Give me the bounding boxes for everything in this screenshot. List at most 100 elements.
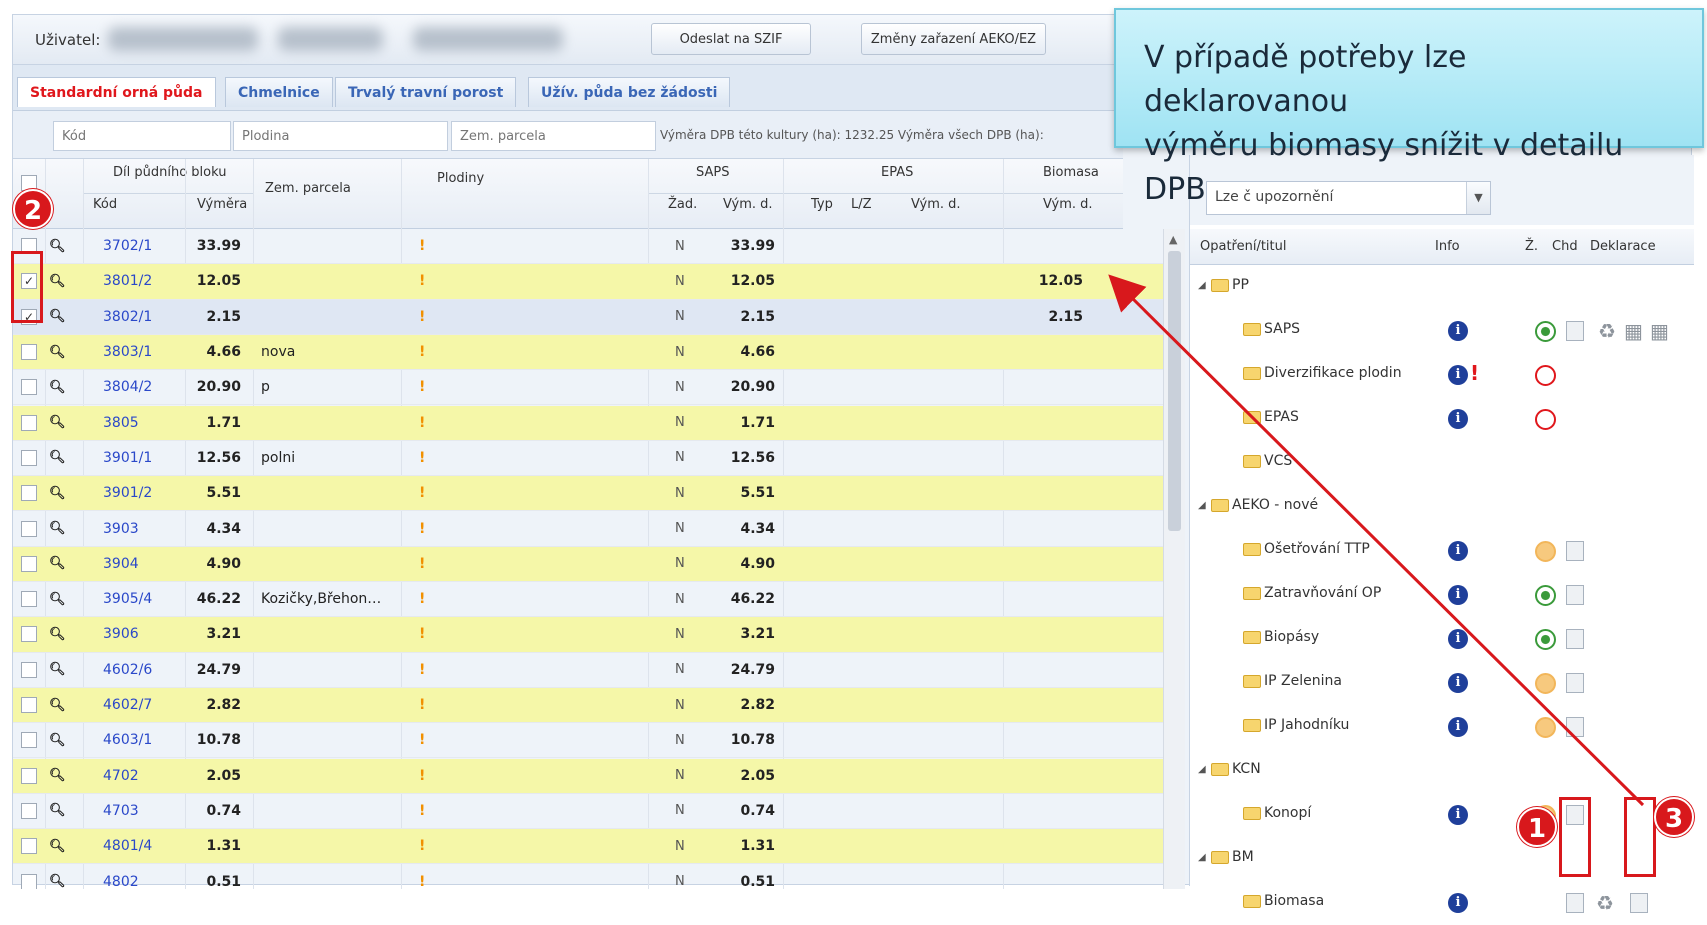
table-row[interactable]: 🔍︎ 4603/1 10.78! N 10.78 <box>13 723 1163 759</box>
row-checkbox[interactable] <box>21 732 37 749</box>
row-checkbox[interactable] <box>21 767 37 784</box>
chd-checkbox[interactable] <box>1566 629 1584 649</box>
row-checkbox-cell[interactable] <box>21 653 43 687</box>
tree-item[interactable]: Biomasa i ♻ <box>1190 881 1694 925</box>
row-checkbox[interactable] <box>21 485 37 502</box>
block-code-link[interactable]: 4602/6 <box>103 653 183 687</box>
magnifier-icon[interactable]: 🔍︎ <box>49 839 66 854</box>
magnifier-icon[interactable]: 🔍︎ <box>49 556 66 571</box>
row-checkbox[interactable] <box>21 873 37 889</box>
tab-grassland[interactable]: Trvalý travní porost <box>335 77 517 107</box>
row-checkbox-cell[interactable] <box>21 688 43 722</box>
block-code-link[interactable]: 3802/1 <box>103 300 183 334</box>
row-checkbox[interactable] <box>21 344 37 361</box>
recycle-icon[interactable]: ♻ <box>1598 319 1616 343</box>
info-icon[interactable]: i <box>1448 321 1468 341</box>
row-checkbox-cell[interactable] <box>21 370 43 404</box>
block-code-link[interactable]: 4802 <box>103 864 183 889</box>
magnifier-cell[interactable]: 🔍︎ <box>49 582 79 616</box>
table-row[interactable]: 🔍︎ 3901/2 5.51! N 5.51 <box>13 476 1163 512</box>
row-checkbox[interactable] <box>21 591 37 608</box>
magnifier-cell[interactable]: 🔍︎ <box>49 617 79 651</box>
magnifier-icon[interactable]: 🔍︎ <box>49 662 66 677</box>
row-checkbox[interactable] <box>21 802 37 819</box>
block-code-link[interactable]: 3702/1 <box>103 229 183 263</box>
row-checkbox-cell[interactable] <box>21 441 43 475</box>
tree-item[interactable]: EPAS i <box>1190 397 1694 441</box>
row-checkbox-cell[interactable] <box>21 759 43 793</box>
row-checkbox[interactable] <box>21 626 37 643</box>
block-code-link[interactable]: 3803/1 <box>103 335 183 369</box>
magnifier-icon[interactable]: 🔍︎ <box>49 450 66 465</box>
table-row[interactable]: 🔍︎ 3803/1 4.66 nova! N 4.66 <box>13 334 1163 371</box>
scroll-up-arrow-icon[interactable]: ▲ <box>1169 233 1177 246</box>
tree-item[interactable]: Diverzifikace plodin i! <box>1190 353 1694 397</box>
magnifier-cell[interactable]: 🔍︎ <box>49 653 79 687</box>
row-checkbox-cell[interactable] <box>21 829 43 863</box>
row-checkbox-cell[interactable] <box>21 723 43 757</box>
magnifier-icon[interactable]: 🔍︎ <box>49 521 66 536</box>
block-code-link[interactable]: 3904 <box>103 547 183 581</box>
magnifier-cell[interactable]: 🔍︎ <box>49 864 79 889</box>
magnifier-icon[interactable]: 🔍︎ <box>49 380 66 395</box>
magnifier-cell[interactable]: 🔍︎ <box>49 406 79 440</box>
magnifier-icon[interactable]: 🔍︎ <box>49 698 66 713</box>
grid-icon[interactable]: ▦ <box>1650 319 1669 343</box>
block-code-link[interactable]: 4602/7 <box>103 688 183 722</box>
header-kod[interactable]: Kód <box>93 197 117 212</box>
tab-hop-garden[interactable]: Chmelnice <box>225 77 333 107</box>
info-icon[interactable]: i <box>1448 805 1468 825</box>
table-row[interactable]: 🔍︎ 4802 0.51! N 0.51 <box>13 864 1163 889</box>
tab-standard-arable[interactable]: Standardní orná půda <box>17 77 216 107</box>
magnifier-cell[interactable]: 🔍︎ <box>49 264 79 298</box>
info-icon[interactable]: i <box>1448 365 1468 385</box>
tree-group[interactable]: ◢ PP <box>1190 265 1694 309</box>
table-row[interactable]: 🔍︎ 4703 0.74! N 0.74 <box>13 794 1163 830</box>
tree-item[interactable]: Konopí i <box>1190 793 1694 837</box>
code-filter-input[interactable] <box>53 121 231 151</box>
table-row[interactable]: 🔍︎ 4801/4 1.31! N 1.31 <box>13 829 1163 865</box>
expand-triangle-icon[interactable]: ◢ <box>1198 500 1208 511</box>
table-row[interactable]: 🔍︎ 3805 1.71! N 1.71 <box>13 405 1163 441</box>
magnifier-cell[interactable]: 🔍︎ <box>49 794 79 828</box>
magnifier-icon[interactable]: 🔍︎ <box>49 627 66 642</box>
magnifier-icon[interactable]: 🔍︎ <box>49 415 66 430</box>
block-code-link[interactable]: 3901/2 <box>103 476 183 510</box>
magnifier-cell[interactable]: 🔍︎ <box>49 688 79 722</box>
tree-item[interactable]: SAPS i ♻ ▦ ▦ <box>1190 309 1694 353</box>
table-row[interactable]: 🔍︎ 3905/4 46.22 Kozičky,Břehon…! N 46.22 <box>13 582 1163 618</box>
tree-item[interactable]: Ošetřování TTP i <box>1190 529 1694 573</box>
magnifier-icon[interactable]: 🔍︎ <box>49 274 66 289</box>
magnifier-cell[interactable]: 🔍︎ <box>49 511 79 545</box>
header-zad[interactable]: Žad. <box>668 197 697 212</box>
grid-icon[interactable]: ▦ <box>1624 319 1643 343</box>
table-row[interactable]: 🔍︎ 3901/1 12.56 polni! N 12.56 <box>13 441 1163 477</box>
magnifier-cell[interactable]: 🔍︎ <box>49 300 79 334</box>
tree-group[interactable]: ◢ BM <box>1190 837 1694 881</box>
tree-item[interactable]: IP Zelenina i <box>1190 661 1694 705</box>
table-row[interactable]: ✓ 🔍︎ 3802/1 2.15! N 2.15 2.15 <box>13 299 1163 335</box>
table-row[interactable]: 🔍︎ 3702/1 33.99! N 33.99 <box>13 229 1163 265</box>
header-epas-vym[interactable]: Vým. d. <box>911 197 961 212</box>
magnifier-icon[interactable]: 🔍︎ <box>49 768 66 783</box>
info-icon[interactable]: i <box>1448 541 1468 561</box>
info-icon[interactable]: i <box>1448 585 1468 605</box>
chd-checkbox[interactable] <box>1566 321 1584 341</box>
header-saps-vym[interactable]: Vým. d. <box>723 197 773 212</box>
send-to-szif-button[interactable]: Odeslat na SZIF <box>651 23 811 55</box>
row-checkbox-cell[interactable] <box>21 547 43 581</box>
magnifier-cell[interactable]: 🔍︎ <box>49 829 79 863</box>
block-code-link[interactable]: 4702 <box>103 759 183 793</box>
table-row[interactable]: 🔍︎ 3804/2 20.90 p! N 20.90 <box>13 370 1163 406</box>
row-checkbox-cell[interactable] <box>21 476 43 510</box>
header-bio-vym[interactable]: Vým. d. <box>1043 197 1093 212</box>
magnifier-icon[interactable]: 🔍︎ <box>49 486 66 501</box>
expand-triangle-icon[interactable]: ◢ <box>1198 280 1208 291</box>
tree-item[interactable]: IP Jahodníku i <box>1190 705 1694 749</box>
block-code-link[interactable]: 3801/2 <box>103 264 183 298</box>
row-checkbox-cell[interactable] <box>21 511 43 545</box>
row-checkbox[interactable] <box>21 414 37 431</box>
info-icon[interactable]: i <box>1448 717 1468 737</box>
row-checkbox[interactable] <box>21 838 37 855</box>
magnifier-cell[interactable]: 🔍︎ <box>49 441 79 475</box>
